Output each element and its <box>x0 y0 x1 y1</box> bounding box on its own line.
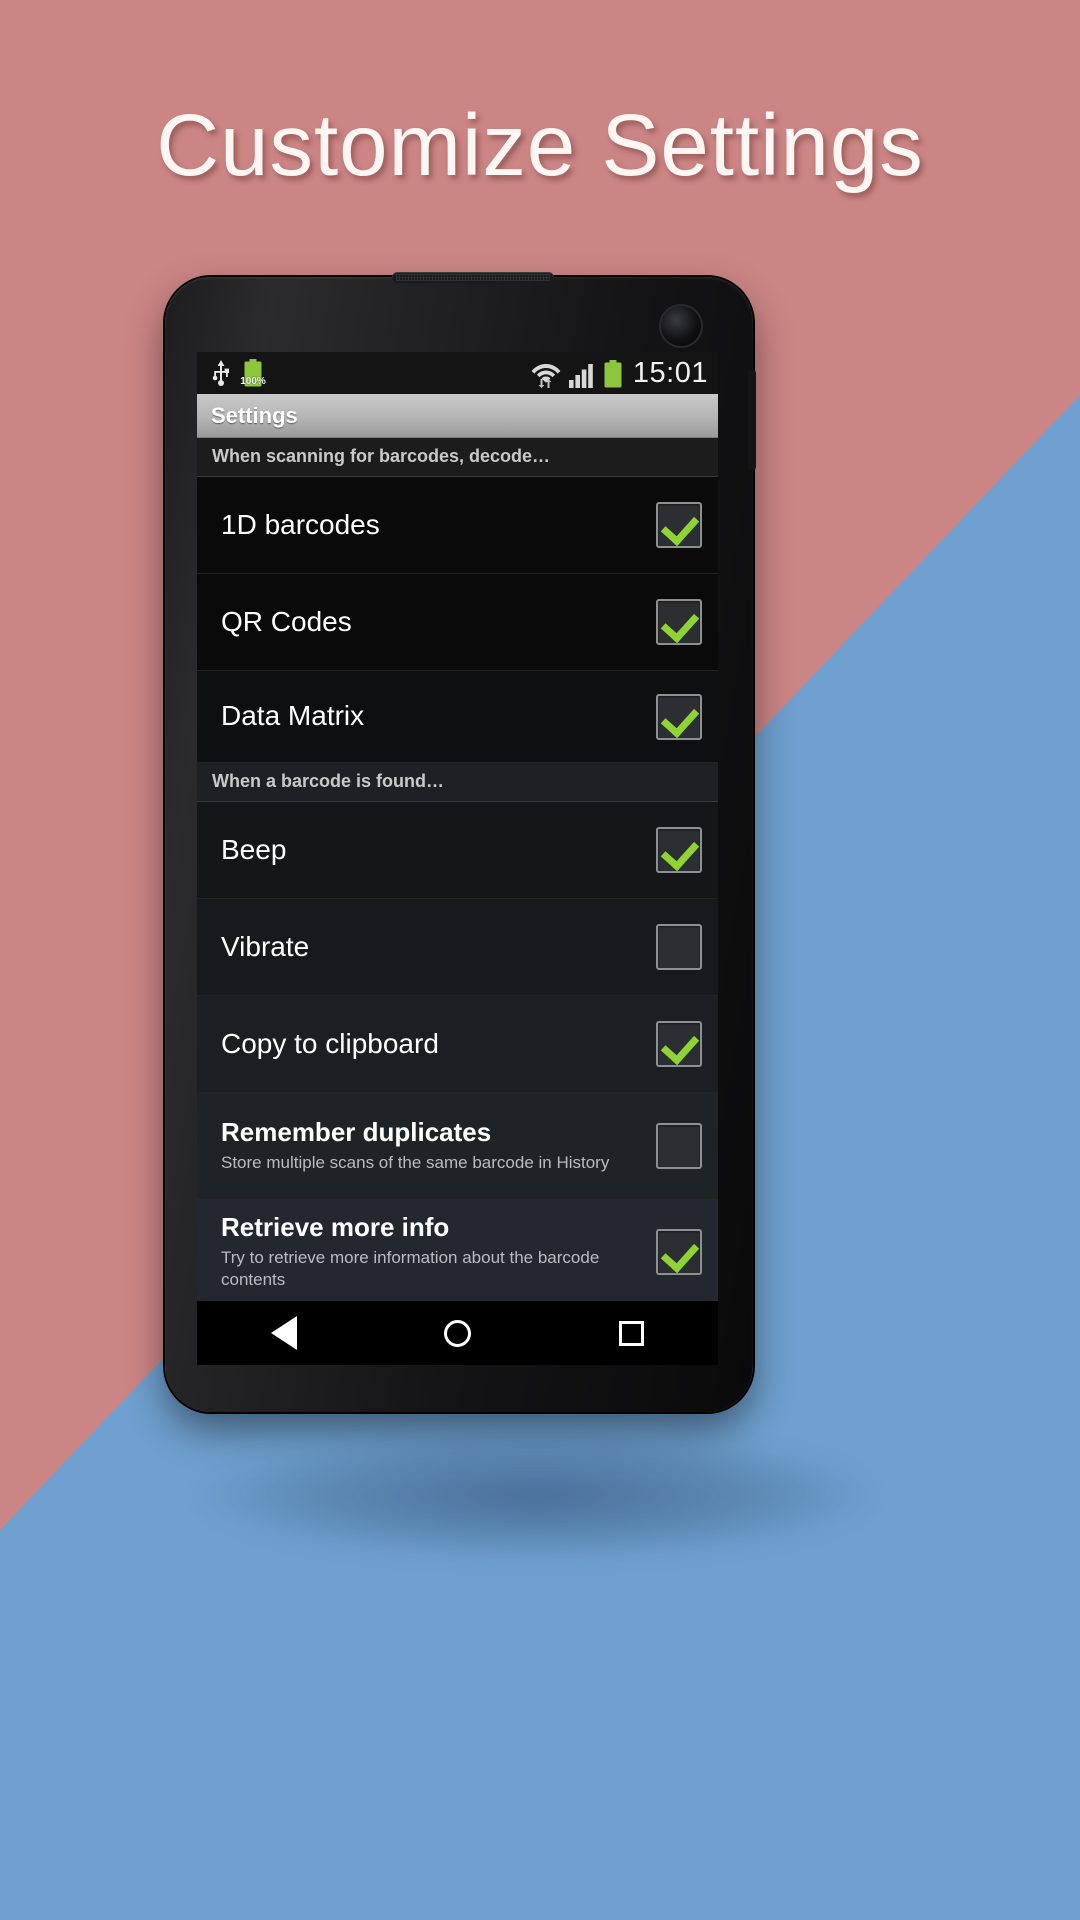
nav-home-button[interactable] <box>412 1301 502 1365</box>
page-title: Customize Settings <box>156 97 924 194</box>
status-bar-clock: 15:01 <box>632 356 708 389</box>
checkbox-qr-codes[interactable] <box>656 599 702 645</box>
setting-row-data-matrix[interactable]: Data Matrix <box>197 671 718 763</box>
setting-row-qr-codes[interactable]: QR Codes <box>197 574 718 671</box>
setting-row-retrieve-more-info[interactable]: Retrieve more info Try to retrieve more … <box>197 1199 718 1305</box>
front-camera-icon <box>661 306 701 346</box>
setting-row-1d-barcodes[interactable]: 1D barcodes <box>197 477 718 574</box>
setting-row-remember-duplicates[interactable]: Remember duplicates Store multiple scans… <box>197 1093 718 1199</box>
navigation-bar <box>197 1301 718 1365</box>
setting-row-text: Data Matrix <box>221 700 656 732</box>
nav-recents-button[interactable] <box>586 1301 676 1365</box>
phone-shadow <box>196 1430 876 1560</box>
setting-title: Beep <box>221 833 287 865</box>
checkbox-vibrate[interactable] <box>656 924 702 970</box>
setting-row-text: Beep <box>221 834 656 866</box>
setting-title: Data Matrix <box>221 700 365 732</box>
checkbox-remember-duplicates[interactable] <box>656 1122 702 1169</box>
setting-row-text: 1D barcodes <box>221 509 656 541</box>
back-triangle-icon <box>270 1316 297 1350</box>
checkbox-data-matrix[interactable] <box>656 693 702 740</box>
section-header-decode: When scanning for barcodes, decode… <box>197 438 718 477</box>
setting-row-copy-to-clipboard[interactable]: Copy to clipboard <box>197 996 718 1093</box>
nav-back-button[interactable] <box>239 1301 329 1365</box>
setting-title: Copy to clipboard <box>221 1027 439 1059</box>
battery-icon-left: 100% <box>240 359 266 387</box>
checkbox-beep[interactable] <box>656 827 702 873</box>
battery-icon-right <box>604 359 622 387</box>
setting-title: Vibrate <box>221 930 310 962</box>
setting-title: Remember duplicates <box>221 1116 492 1147</box>
status-bar-left: 100% <box>211 359 266 387</box>
setting-title: 1D barcodes <box>221 508 380 540</box>
status-bar-right: 15:01 <box>531 356 708 389</box>
setting-summary: Try to retrieve more information about t… <box>221 1248 600 1289</box>
checkbox-retrieve-more-info[interactable] <box>656 1229 702 1275</box>
section-header-found: When a barcode is found… <box>197 763 718 802</box>
setting-title: QR Codes <box>221 605 352 637</box>
phone-screen: 100% 15:01 Settings When scanning for ba… <box>197 352 718 1365</box>
setting-row-vibrate[interactable]: Vibrate <box>197 899 718 996</box>
status-bar: 100% 15:01 <box>197 352 718 394</box>
recents-square-icon <box>618 1320 644 1346</box>
action-bar: Settings <box>197 394 718 438</box>
setting-row-text: QR Codes <box>221 606 656 638</box>
checkbox-copy-to-clipboard[interactable] <box>656 1021 702 1067</box>
settings-list[interactable]: When scanning for barcodes, decode… 1D b… <box>197 438 718 1305</box>
power-button[interactable] <box>748 370 756 470</box>
battery-percent-label: 100% <box>240 376 266 387</box>
setting-row-text: Remember duplicates Store multiple scans… <box>221 1116 656 1174</box>
setting-row-beep[interactable]: Beep <box>197 802 718 899</box>
setting-row-text: Copy to clipboard <box>221 1028 656 1060</box>
setting-title: Retrieve more info <box>221 1212 450 1243</box>
earpiece-speaker-icon <box>392 272 554 283</box>
usb-icon <box>212 360 229 386</box>
action-bar-title: Settings <box>211 402 298 428</box>
checkbox-1d-barcodes[interactable] <box>656 502 702 548</box>
setting-row-text: Vibrate <box>221 931 656 963</box>
setting-summary: Store multiple scans of the same barcode… <box>221 1152 610 1172</box>
home-circle-icon <box>443 1319 471 1347</box>
setting-row-text: Retrieve more info Try to retrieve more … <box>221 1212 656 1290</box>
wifi-icon <box>531 363 561 388</box>
signal-icon <box>568 363 593 388</box>
